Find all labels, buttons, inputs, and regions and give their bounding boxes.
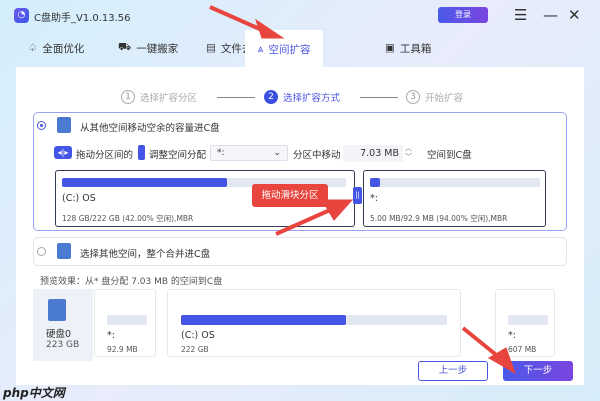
arrow-line bbox=[275, 208, 331, 236]
arrow-head bbox=[255, 18, 285, 39]
annotation-arrows bbox=[209, 5, 516, 375]
arrow-line bbox=[209, 5, 263, 32]
arrow-line bbox=[461, 326, 502, 360]
